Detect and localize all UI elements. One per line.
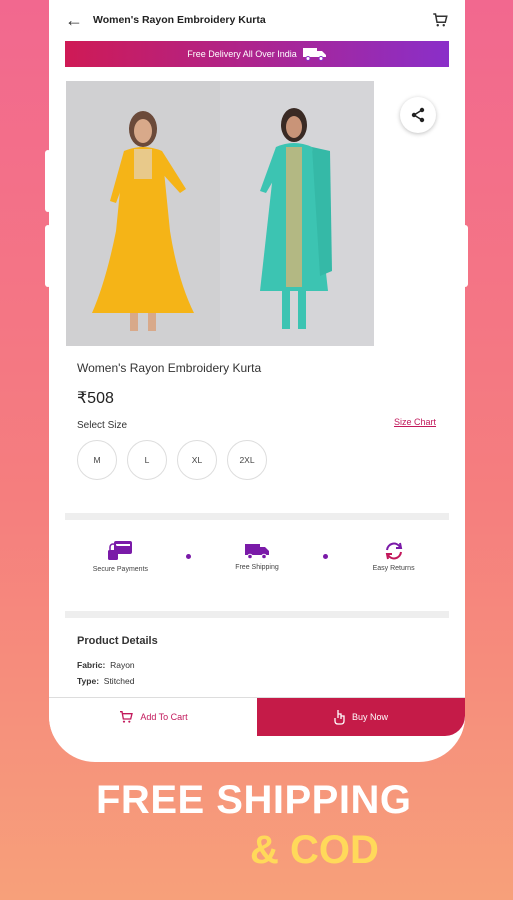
- product-price: ₹508: [77, 390, 114, 407]
- free-delivery-banner: Free Delivery All Over India: [65, 41, 449, 67]
- share-button[interactable]: [400, 97, 436, 133]
- add-to-cart-button[interactable]: Add To Cart: [49, 698, 257, 736]
- detail-row-type: Type: Stitched: [77, 676, 135, 686]
- product-image-green-kurta[interactable]: [220, 81, 374, 346]
- page-title: Women's Rayon Embroidery Kurta: [93, 14, 266, 26]
- share-icon: [411, 107, 425, 123]
- size-option-m[interactable]: M: [77, 440, 117, 480]
- separator-dot: [322, 554, 328, 559]
- detail-row-fabric: Fabric: Rayon: [77, 660, 135, 670]
- feature-label: Secure Payments: [92, 566, 149, 573]
- bottom-action-bar: Add To Cart Buy Now: [49, 697, 465, 736]
- top-bar: ← Women's Rayon Embroidery Kurta: [49, 0, 465, 40]
- section-divider: [65, 513, 449, 520]
- feature-free-shipping: Free Shipping: [212, 542, 302, 571]
- delivery-truck-icon: [244, 544, 269, 560]
- select-size-label: Select Size: [77, 420, 128, 431]
- product-image-yellow-kurta[interactable]: [66, 81, 220, 346]
- size-option-xl[interactable]: XL: [177, 440, 217, 480]
- cart-icon[interactable]: [431, 11, 449, 29]
- delivery-truck-icon: [302, 48, 326, 61]
- feature-strip: Secure Payments Free Shipping Easy Retur…: [65, 540, 449, 573]
- detail-key: Type:: [77, 676, 100, 686]
- detail-value: Rayon: [110, 660, 135, 670]
- tap-hand-icon: [334, 710, 345, 725]
- size-option-l[interactable]: L: [127, 440, 167, 480]
- back-arrow-icon[interactable]: ←: [65, 10, 83, 31]
- add-to-cart-label: Add To Cart: [140, 712, 188, 722]
- feature-easy-returns: Easy Returns: [349, 541, 439, 572]
- promo-subheadline: & COD: [250, 828, 379, 872]
- promo-headline: FREE SHIPPING: [96, 778, 412, 822]
- product-details-title: Product Details: [77, 635, 158, 647]
- size-chart-link[interactable]: Size Chart: [394, 417, 436, 427]
- size-options: M L XL 2XL: [77, 440, 267, 480]
- detail-value: Stitched: [103, 676, 135, 686]
- buy-now-label: Buy Now: [351, 712, 388, 722]
- product-name: Women's Rayon Embroidery Kurta: [77, 361, 262, 375]
- feature-secure-payments: Secure Payments: [75, 540, 165, 573]
- buy-now-button[interactable]: Buy Now: [257, 698, 465, 736]
- detail-key: Fabric:: [77, 660, 106, 670]
- size-option-2xl[interactable]: 2XL: [227, 440, 267, 480]
- feature-label: Easy Returns: [372, 565, 415, 572]
- product-image-gallery[interactable]: [66, 81, 374, 346]
- secure-payment-icon: [108, 541, 133, 560]
- separator-dot: [186, 554, 192, 559]
- cart-icon: [120, 711, 134, 723]
- banner-text: Free Delivery All Over India: [187, 49, 297, 59]
- feature-label: Free Shipping: [235, 564, 279, 571]
- phone-screen: ← Women's Rayon Embroidery Kurta Free De…: [49, 0, 465, 762]
- return-arrows-icon: [385, 542, 402, 560]
- section-divider: [65, 611, 449, 618]
